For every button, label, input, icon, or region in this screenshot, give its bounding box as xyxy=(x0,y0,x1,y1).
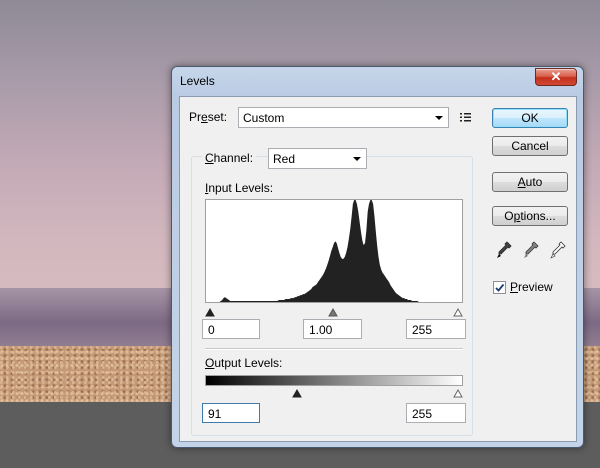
input-levels-label: Input Levels: xyxy=(205,181,274,195)
preset-label: Preset: xyxy=(189,110,228,124)
channel-value: Red xyxy=(273,152,296,166)
output-white-slider-handle[interactable] xyxy=(453,388,463,398)
close-button[interactable]: ✕ xyxy=(535,68,577,86)
input-black-slider-handle[interactable] xyxy=(205,307,215,317)
channel-label: Channel: xyxy=(202,151,257,165)
preview-checkbox[interactable] xyxy=(493,281,506,294)
input-white-value: 255 xyxy=(412,323,433,337)
input-gamma-slider-handle[interactable] xyxy=(328,307,338,317)
output-gradient-bar xyxy=(205,375,463,386)
output-black-slider-handle[interactable] xyxy=(292,388,302,398)
output-black-value: 91 xyxy=(208,407,222,421)
preset-menu-icon[interactable] xyxy=(459,111,473,123)
input-white-field[interactable]: 255 xyxy=(406,319,466,339)
cancel-button[interactable]: Cancel xyxy=(492,136,568,156)
input-slider[interactable] xyxy=(205,305,463,317)
options-button[interactable]: Options... xyxy=(492,206,568,226)
dialog-client-area: Preset: Custom Channel: Red Input Levels… xyxy=(179,96,577,442)
checkmark-icon xyxy=(495,283,505,292)
preset-dropdown[interactable]: Custom xyxy=(238,107,449,128)
preset-value: Custom xyxy=(243,111,285,125)
separator xyxy=(205,348,463,350)
output-slider[interactable] xyxy=(205,386,463,398)
output-levels-label: Output Levels: xyxy=(205,356,283,370)
levels-dialog: Levels ✕ Preset: Custom Channel: Red Inp… xyxy=(171,66,584,448)
output-black-field[interactable]: 91 xyxy=(202,403,260,423)
output-white-value: 255 xyxy=(412,407,433,421)
input-white-slider-handle[interactable] xyxy=(453,307,463,317)
white-eyedropper-icon[interactable] xyxy=(550,241,566,259)
input-gamma-field[interactable]: 1.00 xyxy=(303,319,362,339)
input-black-field[interactable]: 0 xyxy=(202,319,260,339)
input-black-value: 0 xyxy=(208,323,215,337)
dialog-title: Levels xyxy=(180,74,215,88)
chevron-down-icon xyxy=(435,116,443,120)
auto-button[interactable]: Auto xyxy=(492,172,568,192)
input-gamma-value: 1.00 xyxy=(309,323,333,337)
output-white-field[interactable]: 255 xyxy=(406,403,466,423)
preview-label: Preview xyxy=(510,280,553,294)
chevron-down-icon xyxy=(353,157,361,161)
ok-button[interactable]: OK xyxy=(492,108,568,128)
channel-dropdown[interactable]: Red xyxy=(268,148,367,169)
histogram xyxy=(205,199,463,303)
gray-eyedropper-icon[interactable] xyxy=(523,241,539,259)
histogram-shape xyxy=(206,200,462,302)
black-eyedropper-icon[interactable] xyxy=(496,241,512,259)
